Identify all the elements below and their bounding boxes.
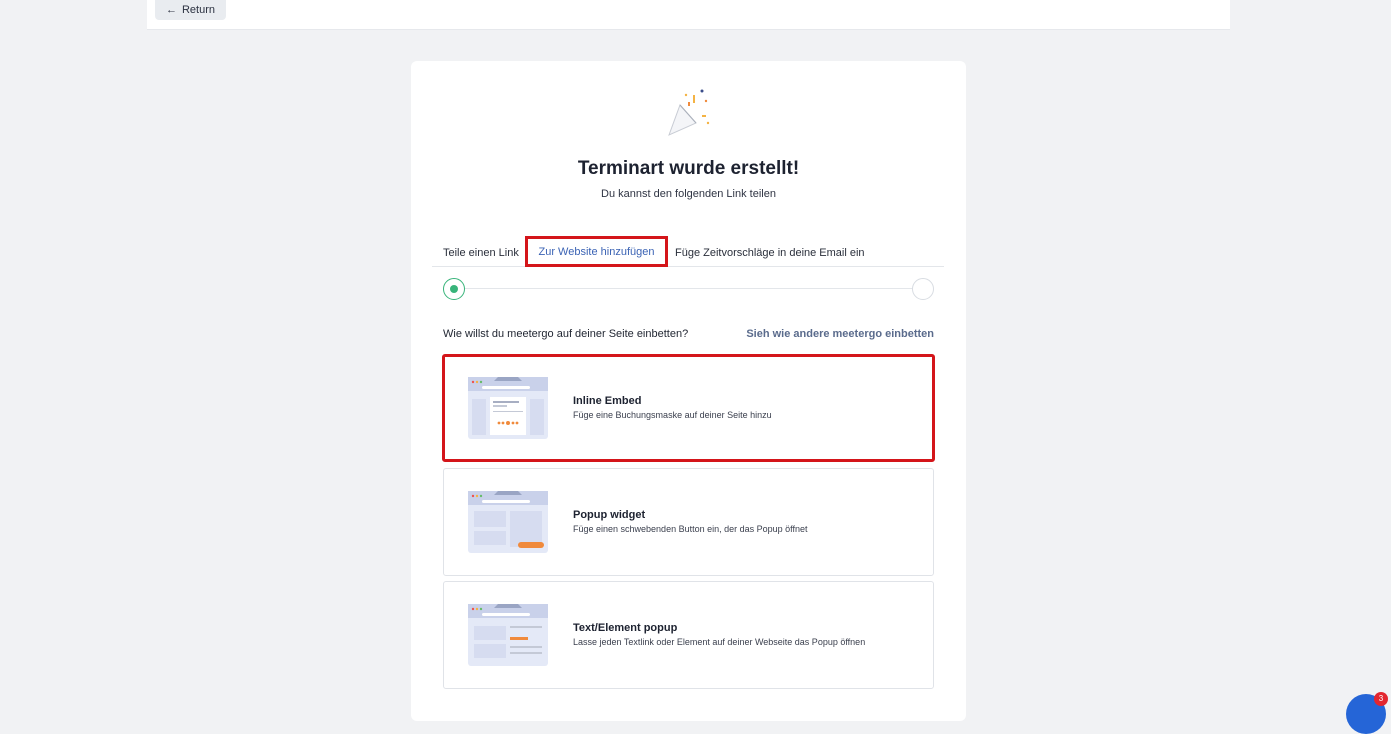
- option-description: Füge einen schwebenden Button ein, der d…: [573, 524, 808, 534]
- arrow-left-icon: ←: [165, 4, 177, 16]
- see-examples-link[interactable]: Sieh wie andere meetergo einbetten: [746, 328, 934, 340]
- progress-stepper: [443, 278, 934, 300]
- tab-share-link[interactable]: Teile einen Link: [443, 237, 519, 266]
- return-button[interactable]: ← Return: [155, 0, 226, 20]
- tab-email-suggestions[interactable]: Füge Zeitvorschläge in deine Email ein: [675, 237, 865, 266]
- popup-widget-illustration-icon: [468, 491, 548, 553]
- option-inline-embed-text: Inline Embed Füge eine Buchungsmaske auf…: [573, 395, 772, 420]
- option-description: Füge eine Buchungsmaske auf deiner Seite…: [573, 410, 772, 420]
- option-title: Inline Embed: [573, 395, 642, 407]
- option-text-popup-text: Text/Element popup Lasse jeden Textlink …: [573, 622, 865, 647]
- chat-notification-badge: 3: [1374, 692, 1388, 706]
- confirmation-card: Terminart wurde erstellt! Du kannst den …: [411, 61, 966, 721]
- tab-add-to-website[interactable]: Zur Website hinzufügen: [525, 236, 668, 267]
- inline-embed-illustration-icon: [468, 377, 548, 439]
- option-title: Popup widget: [573, 509, 646, 521]
- option-popup-widget-text: Popup widget Füge einen schwebenden Butt…: [573, 509, 808, 534]
- party-popper-icon: [668, 89, 710, 136]
- return-label: Return: [181, 4, 216, 16]
- option-popup-widget[interactable]: Popup widget Füge einen schwebenden Butt…: [443, 468, 934, 576]
- option-title: Text/Element popup: [573, 622, 678, 634]
- tab-bar: Teile einen Link Zur Website hinzufügen …: [432, 236, 944, 267]
- embed-question: Wie willst du meetergo auf deiner Seite …: [443, 328, 689, 340]
- page-title: Terminart wurde erstellt!: [577, 158, 800, 179]
- step-1-indicator: [443, 278, 465, 300]
- step-2-indicator: [912, 278, 934, 300]
- text-popup-illustration-icon: [468, 604, 548, 666]
- option-text-element-popup[interactable]: Text/Element popup Lasse jeden Textlink …: [443, 581, 934, 689]
- option-description: Lasse jeden Textlink oder Element auf de…: [573, 637, 866, 647]
- stepper-line: [464, 288, 913, 289]
- page-subtitle: Du kannst den folgenden Link teilen: [601, 188, 776, 200]
- top-bar: [147, 0, 1230, 30]
- option-inline-embed[interactable]: Inline Embed Füge eine Buchungsmaske auf…: [442, 354, 935, 462]
